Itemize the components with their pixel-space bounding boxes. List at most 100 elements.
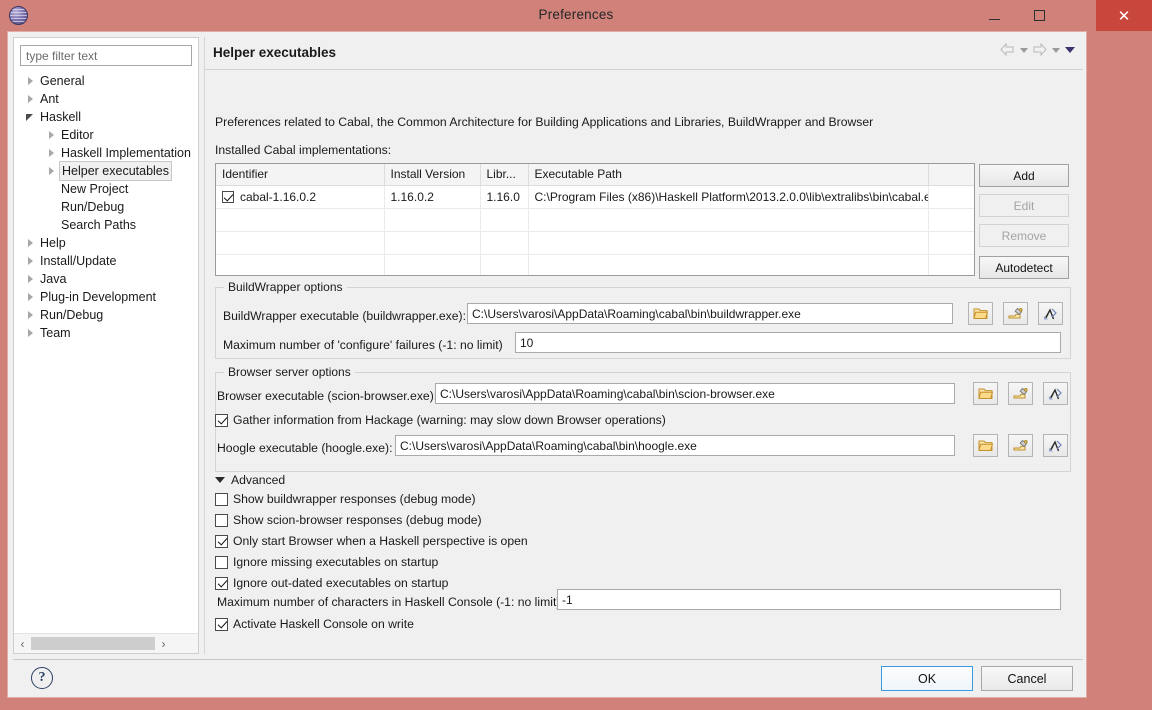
close-icon: ✕	[1117, 7, 1131, 25]
hoogle-browse-folder-open-icon[interactable]	[973, 434, 998, 457]
console-chars-label: Maximum number of characters in Haskell …	[217, 595, 561, 609]
table-row[interactable]: cabal-1.16.0.2 1.16.0.2 1.16.0 C:\Program F…	[216, 185, 974, 209]
back-arrow-icon[interactable]	[1000, 43, 1015, 57]
table-empty-cell	[384, 231, 481, 255]
browser-browse-folder-open-icon[interactable]	[973, 382, 998, 405]
sidebar-item-run-debug[interactable]: Run/Debug	[14, 198, 200, 216]
filter-input[interactable]	[20, 45, 192, 66]
hoogle-exe-input[interactable]	[395, 435, 955, 456]
browser-haskell-lambda-icon[interactable]	[1043, 382, 1068, 405]
buildwrapper-group-title: BuildWrapper options	[224, 280, 347, 294]
scroll-left-arrow-icon[interactable]: ‹	[14, 637, 31, 651]
buildwrapper-browse-folder-open-icon[interactable]	[968, 302, 993, 325]
cancel-button[interactable]: Cancel	[981, 666, 1073, 691]
advanced-section-toggle[interactable]: Advanced	[215, 473, 285, 487]
sidebar-item-label: Run/Debug	[61, 200, 125, 214]
sidebar-item-ant[interactable]: Ant	[14, 90, 200, 108]
sidebar-item-general[interactable]: General	[14, 72, 200, 90]
sidebar-item-search-paths[interactable]: Search Paths	[14, 216, 200, 234]
sidebar-item-haskell-implementation[interactable]: Haskell Implementation	[14, 144, 200, 162]
maximize-button[interactable]	[1017, 0, 1062, 31]
cabal-implementations-table[interactable]: Identifier Install Version Libr... Executab…	[215, 163, 975, 276]
sidebar-item-new-project[interactable]: New Project	[14, 180, 200, 198]
advanced-checkbox-label: Show buildwrapper responses (debug mode)	[233, 492, 476, 506]
table-cell-executable-path: C:\Program Files (x86)\Haskell Platform\…	[528, 185, 929, 209]
table-column-header-5[interactable]	[928, 164, 974, 186]
table-cell-extra	[928, 185, 974, 209]
advanced-checkbox-1[interactable]: Show buildwrapper responses (debug mode)	[215, 492, 476, 506]
table-column-header-2[interactable]: Install Version	[384, 164, 481, 186]
ok-button[interactable]: OK	[881, 666, 973, 691]
advanced-checkbox-2[interactable]: Show scion-browser responses (debug mode…	[215, 513, 482, 527]
close-button[interactable]: ✕	[1096, 0, 1152, 31]
tree-expanded-arrow-icon[interactable]	[24, 108, 38, 126]
preferences-tree: General Ant Haskell Editor Haskell Implement…	[14, 72, 200, 632]
tree-no-arrow-spacer	[45, 216, 59, 234]
tree-collapsed-arrow-icon[interactable]	[24, 90, 38, 108]
add-button[interactable]: Add	[979, 164, 1069, 187]
table-cell-install-version: 1.16.0.2	[384, 185, 481, 209]
sidebar-item-java[interactable]: Java	[14, 270, 200, 288]
sidebar-item-label: Run/Debug	[40, 308, 104, 322]
preferences-window: Preferences ✕ General Ant Haskell Editor Has…	[0, 0, 1152, 710]
minimize-button[interactable]	[972, 0, 1017, 31]
page-menu-chevron-down-icon[interactable]	[1064, 43, 1075, 57]
buildwrapper-variables-icon[interactable]	[1003, 302, 1028, 325]
scroll-right-arrow-icon[interactable]: ›	[155, 637, 172, 651]
tree-collapsed-arrow-icon[interactable]	[24, 288, 38, 306]
sidebar-item-editor[interactable]: Editor	[14, 126, 200, 144]
tree-collapsed-arrow-icon[interactable]	[45, 144, 59, 162]
row-enabled-checkbox[interactable]	[222, 190, 234, 203]
table-empty-row[interactable]	[216, 208, 974, 232]
tree-collapsed-arrow-icon[interactable]	[24, 252, 38, 270]
sidebar-item-label: Editor	[61, 128, 94, 142]
advanced-checkbox-5[interactable]: Ignore out-dated executables on startup	[215, 576, 448, 590]
hoogle-haskell-lambda-icon[interactable]	[1043, 434, 1068, 457]
console-chars-input[interactable]	[557, 589, 1061, 610]
buildwrapper-failures-label: Maximum number of 'configure' failures (…	[223, 338, 503, 352]
gather-hackage-checkbox[interactable]: Gather information from Hackage (warning…	[215, 413, 666, 427]
forward-history-chevron-down-icon[interactable]	[1050, 43, 1061, 57]
sidebar-item-helper-executables[interactable]: Helper executables	[14, 161, 200, 181]
advanced-checkbox-3[interactable]: Only start Browser when a Haskell perspe…	[215, 534, 528, 548]
buildwrapper-haskell-lambda-icon[interactable]	[1038, 302, 1063, 325]
advanced-checkbox-4[interactable]: Ignore missing executables on startup	[215, 555, 438, 569]
tree-collapsed-arrow-icon[interactable]	[24, 72, 38, 90]
table-empty-cell	[928, 231, 974, 255]
minimize-icon	[989, 18, 1000, 20]
sidebar-item-plug-in-development[interactable]: Plug-in Development	[14, 288, 200, 306]
tree-collapsed-arrow-icon[interactable]	[24, 306, 38, 324]
sidebar-item-help[interactable]: Help	[14, 234, 200, 252]
sidebar-item-team[interactable]: Team	[14, 324, 200, 342]
forward-arrow-icon[interactable]	[1032, 43, 1047, 57]
tree-collapsed-arrow-icon[interactable]	[45, 126, 59, 144]
buildwrapper-exe-input[interactable]	[467, 303, 953, 324]
tree-collapsed-arrow-icon[interactable]	[24, 270, 38, 288]
advanced-label: Advanced	[231, 473, 286, 487]
sidebar-item-install-update[interactable]: Install/Update	[14, 252, 200, 270]
browser-variables-icon[interactable]	[1008, 382, 1033, 405]
sidebar-item-run-debug[interactable]: Run/Debug	[14, 306, 200, 324]
edit-button: Edit	[979, 194, 1069, 217]
sidebar-item-label: Install/Update	[40, 254, 117, 268]
table-column-header-3[interactable]: Libr...	[480, 164, 529, 186]
sidebar-item-haskell[interactable]: Haskell	[14, 108, 200, 126]
hoogle-variables-icon[interactable]	[1008, 434, 1033, 457]
buildwrapper-exe-label: BuildWrapper executable (buildwrapper.ex…	[223, 309, 466, 323]
autodetect-button[interactable]: Autodetect	[979, 256, 1069, 279]
table-column-header-4[interactable]: Executable Path	[528, 164, 929, 186]
buildwrapper-failures-input[interactable]	[515, 332, 1061, 353]
tree-horizontal-scrollbar[interactable]: ‹ ›	[14, 633, 198, 653]
tree-collapsed-arrow-icon[interactable]	[45, 162, 59, 180]
browser-exe-input[interactable]	[435, 383, 955, 404]
activate-console-checkbox[interactable]: Activate Haskell Console on write	[215, 617, 414, 631]
table-empty-row[interactable]	[216, 231, 974, 255]
question-mark-icon[interactable]: ?	[31, 667, 53, 689]
tree-collapsed-arrow-icon[interactable]	[24, 324, 38, 342]
tree-collapsed-arrow-icon[interactable]	[24, 234, 38, 252]
checkbox-icon	[215, 555, 228, 569]
table-column-header-1[interactable]: Identifier	[216, 164, 385, 186]
table-empty-row[interactable]	[216, 254, 974, 275]
back-history-chevron-down-icon[interactable]	[1018, 43, 1029, 57]
scrollbar-thumb[interactable]	[31, 637, 155, 650]
